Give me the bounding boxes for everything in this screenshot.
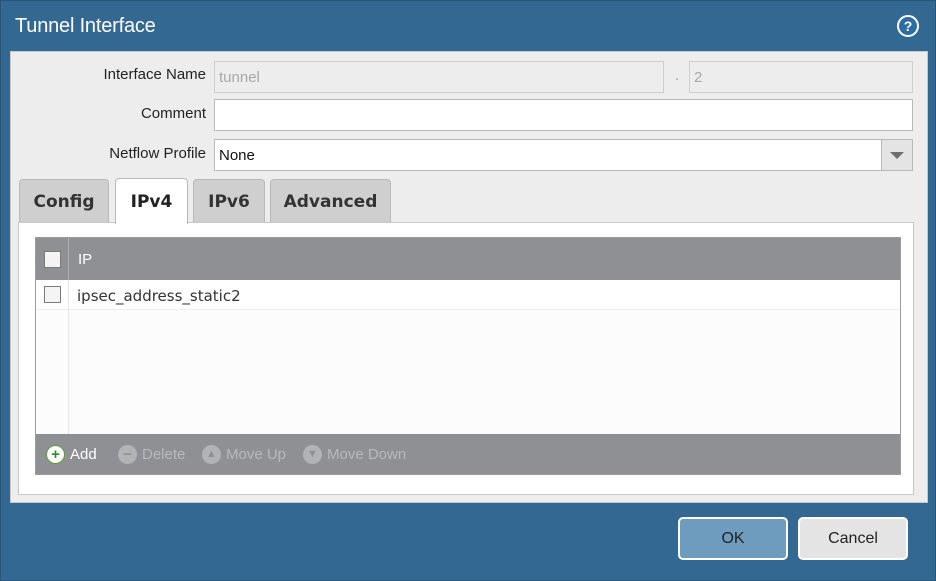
tab-ipv4[interactable]: IPv4 — [115, 178, 188, 224]
delete-button[interactable]: − Delete — [118, 444, 185, 464]
tab-advanced[interactable]: Advanced — [270, 179, 391, 223]
move-up-label: Move Up — [226, 445, 287, 463]
dialog-body: Interface Name tunnel . 2 Comment Netflo… — [10, 51, 928, 503]
cancel-button[interactable]: Cancel — [798, 517, 908, 560]
tab-config[interactable]: Config — [19, 179, 109, 223]
row-checkbox[interactable] — [44, 286, 61, 303]
arrow-up-icon: ▲ — [202, 444, 221, 464]
tunnel-interface-dialog: Tunnel Interface ? Interface Name tunnel… — [0, 0, 936, 581]
title-bar: Tunnel Interface ? — [1, 1, 936, 51]
interface-separator: . — [675, 67, 680, 84]
ip-address-table: IP ipsec_address_static2 + Add − Delete — [35, 237, 901, 475]
netflow-profile-label: Netflow Profile — [109, 145, 206, 162]
dialog-title: Tunnel Interface — [15, 15, 156, 37]
move-up-button[interactable]: ▲ Move Up — [202, 444, 286, 464]
delete-label: Delete — [142, 445, 186, 463]
column-divider — [68, 280, 69, 434]
tab-ipv6[interactable]: IPv6 — [193, 179, 265, 223]
select-all-checkbox[interactable] — [44, 251, 61, 268]
add-label: Add — [70, 445, 97, 463]
table-toolbar: + Add − Delete ▲ Move Up ▼ Move Down — [36, 434, 900, 474]
interface-suffix-input[interactable]: 2 — [689, 61, 913, 93]
help-icon[interactable]: ? — [897, 15, 919, 37]
chevron-down-icon[interactable] — [881, 139, 913, 171]
ipv4-tab-content: IP ipsec_address_static2 + Add − Delete — [18, 222, 914, 495]
netflow-profile-select[interactable]: None — [214, 139, 882, 171]
ok-button[interactable]: OK — [678, 517, 788, 560]
interface-name-label: Interface Name — [103, 66, 206, 83]
arrow-down-icon: ▼ — [303, 444, 322, 464]
interface-name-label-wrap: Interface Name — [11, 66, 206, 90]
comment-label: Comment — [140, 105, 206, 122]
move-down-label: Move Down — [327, 445, 407, 463]
table-header: IP — [36, 238, 900, 280]
comment-label-wrap: Comment — [11, 105, 206, 129]
netflow-label-wrap: Netflow Profile — [11, 145, 206, 169]
add-button[interactable]: + Add — [46, 444, 97, 464]
comment-input[interactable] — [214, 99, 913, 131]
plus-icon: + — [46, 444, 65, 464]
ip-column-header[interactable]: IP — [78, 251, 92, 268]
table-row[interactable]: ipsec_address_static2 — [36, 280, 900, 310]
move-down-button[interactable]: ▼ Move Down — [303, 444, 406, 464]
interface-name-input[interactable]: tunnel — [214, 61, 664, 93]
column-divider — [68, 238, 69, 280]
ip-address-value: ipsec_address_static2 — [77, 287, 241, 305]
minus-icon: − — [118, 444, 137, 464]
